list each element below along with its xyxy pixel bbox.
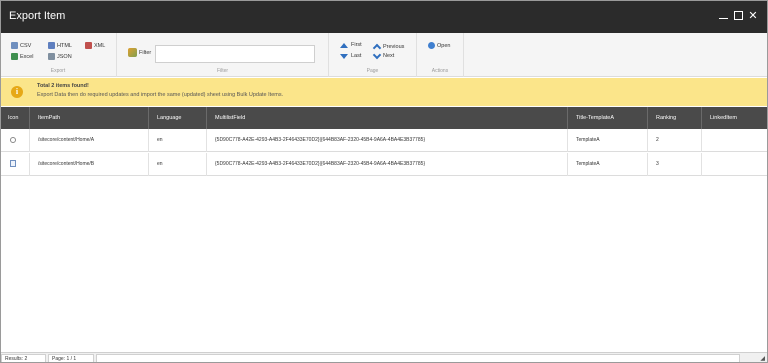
html-icon bbox=[48, 42, 55, 49]
grid-header: Icon ItemPath Language MultilistField Ti… bbox=[0, 107, 768, 129]
multilist-cell: {5D90C778-A42E-4293-A4B3-2F46433E70D2}|{… bbox=[207, 129, 568, 152]
previous-button[interactable]: Previous bbox=[372, 42, 405, 53]
title-bar: Export Item ✕ bbox=[0, 0, 768, 33]
resize-grip-icon[interactable]: ◢ bbox=[760, 355, 765, 362]
row-icon-cell bbox=[0, 153, 30, 176]
minimize-icon[interactable] bbox=[717, 9, 729, 21]
excel-label: Excel bbox=[20, 53, 34, 60]
xml-label: XML bbox=[94, 42, 106, 49]
last-button[interactable]: Last bbox=[340, 53, 361, 59]
ranking-cell: 2 bbox=[648, 129, 702, 152]
column-header-linkeditem[interactable]: LinkedItem bbox=[702, 107, 768, 129]
page-group: First Last Previous Next Page bbox=[329, 33, 417, 77]
status-bar: Results: 2 Page: 1 / 1 ◢ bbox=[0, 352, 768, 363]
filter-button-label: Filter bbox=[139, 49, 152, 56]
xml-button[interactable]: XML bbox=[85, 42, 105, 49]
window-title: Export Item bbox=[9, 10, 66, 22]
column-header-language[interactable]: Language bbox=[149, 107, 207, 129]
first-button[interactable]: First bbox=[340, 42, 362, 48]
title-cell: TemplateA bbox=[568, 129, 648, 152]
notice-title: Total 2 items found! bbox=[37, 83, 89, 89]
language-cell: en bbox=[149, 129, 207, 152]
column-header-multilistfield[interactable]: MultilistField bbox=[207, 107, 568, 129]
maximize-icon[interactable] bbox=[732, 9, 744, 21]
table-row[interactable]: /sitecore/content/Home/A en {5D90C778-A4… bbox=[0, 129, 768, 152]
row-icon-cell bbox=[0, 129, 30, 152]
results-count: Results: 2 bbox=[1, 354, 46, 363]
table-row[interactable]: /sitecore/content/Home/B en {5D90C778-A4… bbox=[0, 153, 768, 176]
open-label: Open bbox=[437, 42, 451, 49]
csv-button[interactable]: CSV bbox=[11, 42, 31, 49]
column-header-title-templatea[interactable]: Title-TemplateA bbox=[568, 107, 648, 129]
linked-item-cell bbox=[702, 129, 768, 152]
excel-button[interactable]: Excel bbox=[11, 53, 33, 60]
last-label: Last bbox=[351, 53, 362, 59]
actions-group: Open Actions bbox=[417, 33, 464, 77]
language-cell: en bbox=[149, 153, 207, 176]
column-header-ranking[interactable]: Ranking bbox=[648, 107, 702, 129]
excel-icon bbox=[11, 53, 18, 60]
item-path-cell: /sitecore/content/Home/A bbox=[30, 129, 149, 152]
double-up-icon bbox=[340, 42, 348, 48]
filter-button[interactable]: Filter bbox=[128, 48, 151, 57]
first-label: First bbox=[351, 42, 362, 48]
xml-icon bbox=[85, 42, 92, 49]
gear-icon bbox=[10, 136, 16, 143]
column-header-itempath[interactable]: ItemPath bbox=[30, 107, 149, 129]
page-indicator: Page: 1 / 1 bbox=[48, 354, 94, 363]
linked-item-cell bbox=[702, 153, 768, 176]
json-button[interactable]: JSON bbox=[48, 53, 72, 60]
csv-icon bbox=[11, 42, 18, 49]
open-icon bbox=[428, 42, 435, 49]
next-label: Next bbox=[383, 53, 395, 59]
notice-banner: i Total 2 items found! Export Data then … bbox=[0, 78, 768, 106]
close-icon[interactable]: ✕ bbox=[747, 9, 759, 22]
item-path-cell: /sitecore/content/Home/B bbox=[30, 153, 149, 176]
status-text bbox=[96, 354, 740, 363]
page-group-label: Page bbox=[366, 68, 379, 74]
double-down-icon bbox=[340, 53, 348, 59]
actions-group-label: Actions bbox=[431, 68, 449, 74]
json-icon bbox=[48, 53, 55, 60]
export-group-label: Export bbox=[50, 68, 66, 74]
html-button[interactable]: HTML bbox=[48, 42, 72, 49]
next-button[interactable]: Next bbox=[372, 50, 395, 59]
chevron-down-icon bbox=[372, 50, 382, 59]
filter-group-label: Filter bbox=[216, 68, 229, 74]
column-header-icon[interactable]: Icon bbox=[0, 107, 30, 129]
previous-label: Previous bbox=[383, 43, 405, 50]
info-icon: i bbox=[11, 86, 23, 98]
title-cell: TemplateA bbox=[568, 153, 648, 176]
filter-icon bbox=[128, 48, 137, 57]
document-icon bbox=[10, 160, 16, 168]
ranking-cell: 3 bbox=[648, 153, 702, 176]
ribbon-toolbar: CSV Excel HTML JSON XML Export Filter Fi… bbox=[0, 33, 768, 77]
notice-text: Export Data then do required updates and… bbox=[37, 92, 284, 98]
json-label: JSON bbox=[57, 53, 72, 60]
filter-input[interactable] bbox=[155, 45, 315, 63]
multilist-cell: {5D90C778-A42E-4293-A4B3-2F46433E70D2}|{… bbox=[207, 153, 568, 176]
html-label: HTML bbox=[57, 42, 72, 49]
csv-label: CSV bbox=[20, 42, 32, 49]
open-button[interactable]: Open bbox=[428, 42, 450, 49]
export-group: CSV Excel HTML JSON XML Export bbox=[0, 33, 117, 77]
